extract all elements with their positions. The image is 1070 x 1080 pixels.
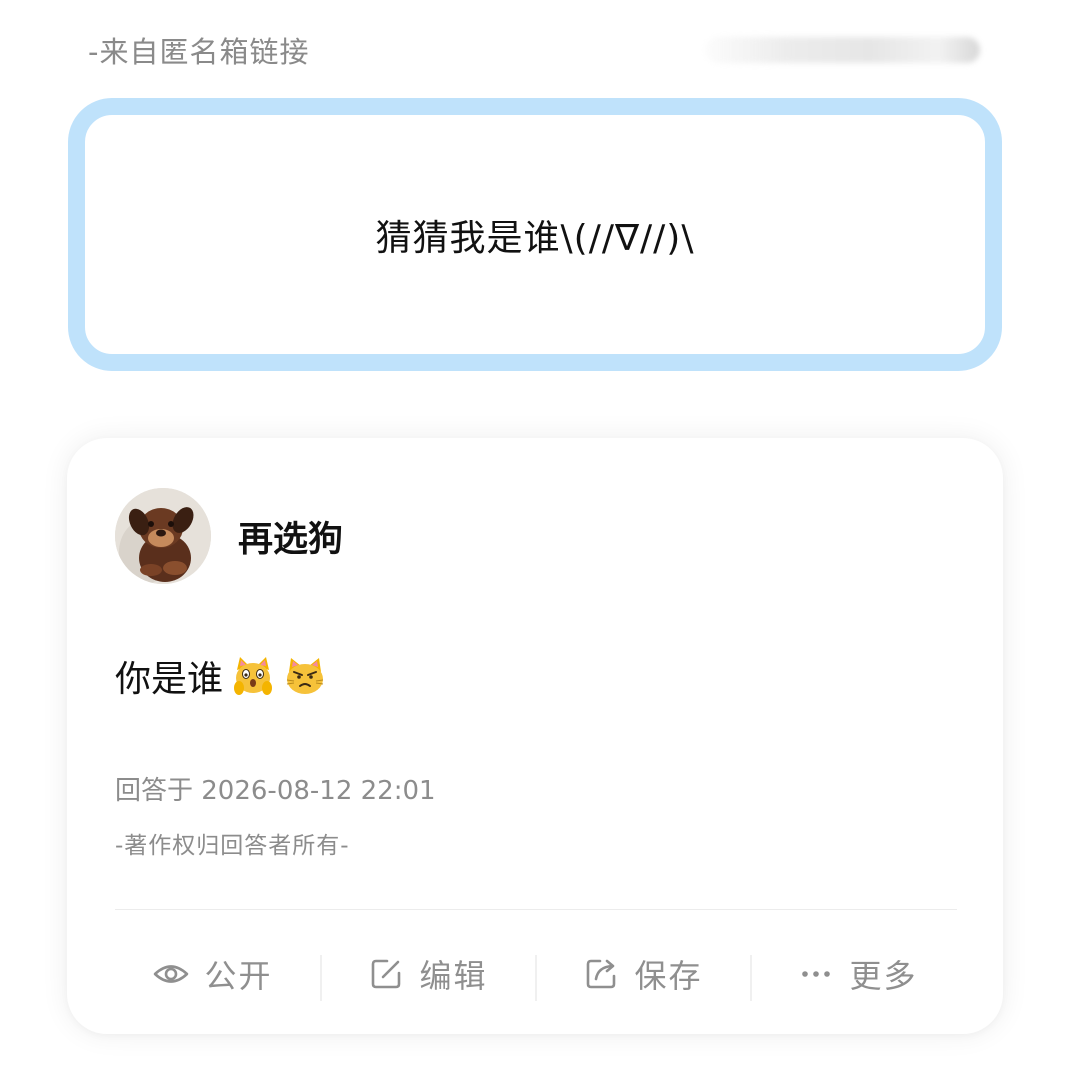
action-bar: 公开 编辑 保存 更多 — [105, 944, 965, 1004]
more-button[interactable]: 更多 — [750, 951, 965, 1001]
copyright-notice: -著作权归回答者所有- — [115, 833, 350, 859]
author-row[interactable]: 再选狗 — [115, 488, 343, 584]
pouting-cat-emoji — [283, 654, 327, 698]
more-label: 更多 — [849, 957, 918, 995]
divider — [115, 909, 957, 910]
answer-time: 回答于 2026-08-12 22:01 — [115, 776, 436, 806]
edit-label: 编辑 — [419, 957, 488, 995]
share-icon — [582, 955, 620, 993]
answer-card: 再选狗 你是谁 回答于 2026-08-12 22:01 -著作权归回答者所有-… — [67, 438, 1003, 1034]
source-label: -来自匿名箱链接 — [88, 35, 310, 69]
more-dots-icon — [797, 955, 835, 993]
answer-content: 你是谁 — [115, 650, 327, 702]
save-button[interactable]: 保存 — [535, 951, 750, 1001]
avatar[interactable] — [115, 488, 211, 584]
eye-icon — [152, 955, 190, 993]
author-name[interactable]: 再选狗 — [238, 511, 343, 562]
question-card: 猜猜我是谁\(//∇//)\ — [68, 98, 1002, 371]
save-label: 保存 — [634, 957, 703, 995]
answer-text: 你是谁 — [115, 659, 224, 700]
page: -来自匿名箱链接 猜猜我是谁\(//∇//)\ 再选狗 你是谁 回答于 2026… — [0, 0, 1070, 1080]
edit-icon — [367, 955, 405, 993]
edit-button[interactable]: 编辑 — [320, 951, 535, 1001]
source-row: -来自匿名箱链接 — [88, 30, 988, 70]
public-label: 公开 — [204, 957, 273, 995]
scared-cat-emoji — [231, 654, 275, 698]
question-text: 猜猜我是谁\(//∇//)\ — [375, 217, 695, 259]
blurred-link[interactable] — [705, 37, 980, 63]
public-button[interactable]: 公开 — [105, 951, 320, 997]
